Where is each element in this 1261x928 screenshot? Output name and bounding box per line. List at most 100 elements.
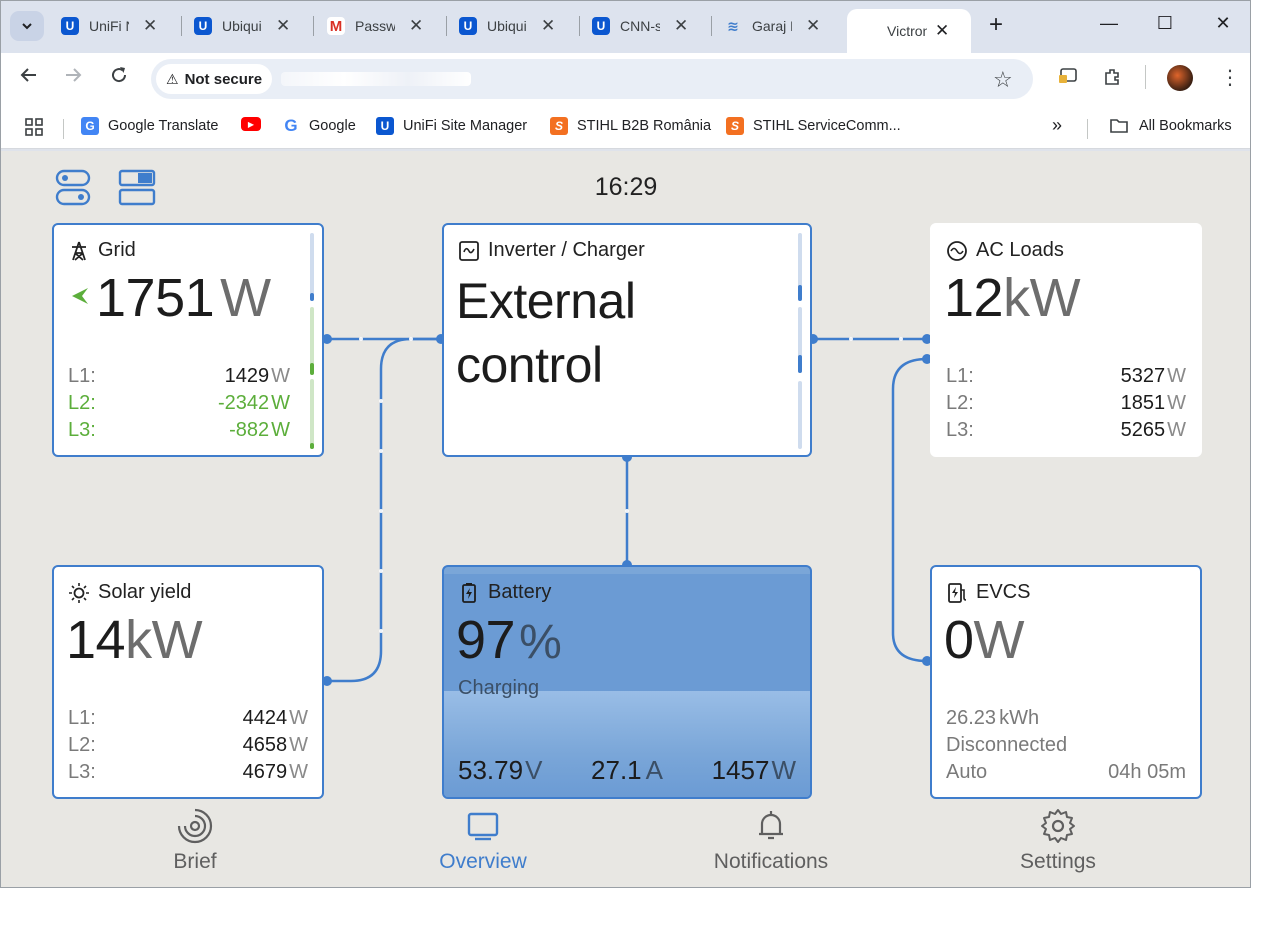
evcs-card[interactable]: EVCS 0W 26.23 kWh Disconnected Auto 04h 05… (930, 565, 1202, 799)
close-tab-icon[interactable]: ✕ (143, 16, 157, 36)
extensions-icon[interactable] (1102, 67, 1122, 92)
tab-ubiquiti-1[interactable]: U Ubiqui ✕ (194, 9, 290, 43)
close-tab-icon[interactable]: ✕ (541, 16, 555, 36)
inverter-state: External control (456, 269, 636, 397)
phase-value: -2342 (217, 392, 270, 414)
victron-dashboard: 16:29 Grid 1751 W L1: 1429 W L2: -2342 W… (1, 151, 1250, 887)
grid-card[interactable]: Grid 1751 W L1: 1429 W L2: -2342 W L3: -882 W (52, 223, 324, 457)
bookmark-youtube[interactable]: ▶ (241, 117, 270, 131)
phase-unit: W (289, 707, 308, 729)
nav-settings[interactable]: Settings (983, 806, 1133, 874)
phase-label: L3: (68, 761, 96, 783)
reload-button[interactable] (109, 65, 129, 91)
reload-icon (112, 67, 127, 83)
solar-unit: kW (125, 610, 203, 670)
bell-icon (759, 811, 783, 840)
avatar[interactable] (1167, 65, 1193, 91)
url-text-redacted[interactable] (281, 72, 471, 86)
phase-unit: W (1167, 419, 1186, 441)
solar-value: 14 (66, 610, 126, 670)
phase-value: 5327 (1120, 365, 1166, 387)
close-tab-icon[interactable]: ✕ (674, 16, 688, 36)
tab-title: Passwo (355, 18, 395, 34)
apps-icon[interactable] (24, 117, 44, 137)
reading-value: 1457 (711, 755, 770, 785)
tab-title: Garaj N (752, 18, 792, 34)
card-title: Battery (488, 581, 552, 603)
tab-separator (181, 16, 182, 36)
phase-unit: W (271, 365, 290, 387)
battery-current: 27.1 A (591, 755, 663, 786)
close-tab-icon[interactable]: ✕ (409, 16, 423, 36)
overflow-label: » (1052, 115, 1063, 135)
all-bookmarks-button[interactable]: All Bookmarks (1109, 117, 1232, 135)
phase-unit: W (271, 392, 290, 414)
ac-sine-icon (946, 240, 968, 262)
bookmarks-bar: G Google Translate ▶ G Google U UniFi Si… (1, 105, 1250, 149)
minimize-button[interactable]: — (1089, 13, 1129, 34)
tab-unifi-1[interactable]: U UniFi N ✕ (61, 9, 157, 43)
tab-cnn[interactable]: U CNN-s ✕ (592, 9, 688, 43)
close-tab-icon[interactable]: ✕ (276, 16, 290, 36)
inverter-state-line: External (456, 273, 636, 329)
solar-yield-card[interactable]: Solar yield 14kW L1: 4424 W L2: 4658 W L3: 46… (52, 565, 324, 799)
close-tab-icon[interactable]: ✕ (806, 16, 820, 36)
phase-level-bars (798, 233, 802, 449)
bookmark-star-icon[interactable]: ☆ (993, 67, 1013, 93)
phase-row: L3: -882 W (68, 417, 290, 444)
grid-power-unit: W (220, 268, 271, 328)
close-window-button[interactable]: ✕ (1203, 13, 1243, 34)
security-chip[interactable]: ⚠ Not secure (156, 64, 273, 94)
evcs-energy-value: 26.23 (946, 707, 997, 729)
grid-phases: L1: 1429 W L2: -2342 W L3: -882 W (68, 363, 290, 444)
tab-gmail[interactable]: M Passwo ✕ (327, 9, 423, 43)
phase-value: 1429 (224, 365, 270, 387)
bookmark-google[interactable]: G Google (282, 116, 355, 135)
bookmark-stihl-servicecomm[interactable]: S STIHL ServiceComm... (726, 117, 901, 135)
inverter-icon (458, 240, 480, 262)
tab-search-button[interactable] (10, 11, 44, 41)
evcs-mode: Auto (946, 761, 988, 783)
phase-unit: W (271, 419, 290, 441)
phase-row: L1: 1429 W (68, 363, 290, 390)
tab-garaj[interactable]: ≋ Garaj N ✕ (724, 9, 820, 43)
gmail-icon: M (327, 17, 345, 35)
bookmark-stihl-b2b[interactable]: S STIHL B2B România (550, 117, 711, 135)
grid-power-value: 1751 (96, 268, 215, 328)
inverter-charger-card[interactable]: Inverter / Charger External control (442, 223, 812, 457)
kebab-menu-icon[interactable]: ⋮ (1220, 65, 1240, 90)
bookmark-unifi-site-manager[interactable]: U UniFi Site Manager (376, 117, 527, 135)
evcs-details: 26.23 kWh Disconnected Auto 04h 05m (946, 705, 1186, 786)
evcs-energy-unit: kWh (999, 707, 1040, 729)
sun-icon (68, 582, 90, 604)
cast-icon[interactable] (1058, 67, 1078, 90)
phase-value: 4424 (242, 707, 288, 729)
battery-power: 1457W (712, 755, 796, 786)
battery-card[interactable]: Battery 97% Charging 53.79V 27.1 A 1457W (442, 565, 812, 799)
tab-ubiquiti-2[interactable]: U Ubiqui ✕ (459, 9, 555, 43)
battery-soc-unit: % (519, 616, 562, 669)
battery-voltage: 53.79V (458, 755, 542, 786)
forward-button[interactable] (63, 65, 83, 91)
nav-brief[interactable]: Brief (120, 806, 270, 874)
battery-state: Charging (458, 677, 540, 699)
bookmark-google-translate[interactable]: G Google Translate (81, 117, 218, 135)
tab-victron-active[interactable]: Victron ✕ (847, 9, 971, 53)
back-button[interactable] (19, 65, 39, 91)
toolbar-separator (1145, 65, 1146, 89)
security-label: Not secure (184, 70, 263, 88)
card-title: Solar yield (98, 581, 192, 603)
bookmarks-overflow-button[interactable]: » (1052, 115, 1062, 136)
phase-unit: W (1167, 365, 1186, 387)
google-translate-icon: G (81, 117, 99, 135)
maximize-button[interactable]: ☐ (1145, 13, 1185, 34)
address-bar[interactable]: ⚠ Not secure ☆ (151, 59, 1033, 99)
nav-notifications[interactable]: Notifications (696, 806, 846, 874)
close-tab-icon[interactable]: ✕ (935, 21, 949, 41)
nav-overview[interactable]: Overview (408, 806, 558, 874)
new-tab-button[interactable]: + (976, 11, 1016, 39)
overview-icon (467, 812, 499, 841)
ac-loads-card[interactable]: AC Loads 12kW L1: 5327 W L2: 1851 W L3: 5265 W (930, 223, 1202, 457)
unifi-icon: U (194, 17, 212, 35)
bookmark-label: STIHL ServiceComm... (753, 118, 901, 134)
